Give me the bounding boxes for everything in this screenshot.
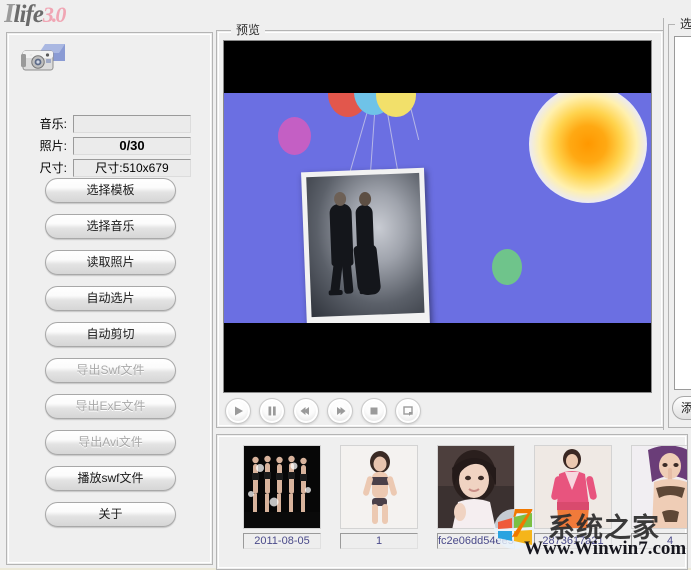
thumbnail-panel: 2011-08-05 (216, 434, 688, 570)
auto-crop-button[interactable]: 自动剪切 (45, 322, 176, 347)
logo-letter-i: I (4, 0, 14, 26)
thumbnail-caption[interactable]: 4 (631, 533, 687, 549)
slideshow-photo-card (301, 168, 430, 323)
about-button[interactable]: 关于 (45, 502, 176, 527)
thumbnail-item[interactable]: 1 (340, 445, 418, 549)
auto-select-button[interactable]: 自动选片 (45, 286, 176, 311)
application-window: Ilife3.0 音乐: 照片: 0/30 尺寸: (0, 0, 691, 568)
thumbnail-item[interactable]: 4 (631, 445, 687, 549)
balloon-purple (278, 117, 311, 155)
slideshow-stage (224, 93, 651, 323)
select-music-button[interactable]: 选择音乐 (45, 214, 176, 239)
export-swf-button[interactable]: 导出Swf文件 (45, 358, 176, 383)
letterbox-top (224, 41, 651, 93)
balloon-green (492, 249, 522, 285)
sun-glow (529, 93, 647, 203)
app-logo: Ilife3.0 (4, 0, 214, 26)
right-panel-title: 选 (675, 17, 691, 31)
thumbnail-image[interactable] (534, 445, 612, 529)
thumbnail-caption[interactable]: fc2e06dd54ee5d (437, 533, 515, 549)
logo-word-life: life (14, 1, 43, 26)
size-value[interactable]: 尺寸:510x679 (73, 159, 191, 177)
stop-button[interactable] (361, 398, 387, 424)
thumbnail-caption[interactable]: 2873617a21 (534, 533, 612, 549)
music-label: 音乐: (15, 115, 67, 133)
thumbnail-image[interactable] (437, 445, 515, 529)
logo-version: 3.0 (43, 2, 65, 26)
play-swf-button[interactable]: 播放swf文件 (45, 466, 176, 491)
thumbnail-item[interactable]: 2873617a21 (534, 445, 612, 549)
load-photos-button[interactable]: 读取照片 (45, 250, 176, 275)
rewind-button[interactable] (293, 398, 319, 424)
select-template-button[interactable]: 选择模板 (45, 178, 176, 203)
thumbnail-image[interactable] (243, 445, 321, 529)
forward-button[interactable] (327, 398, 353, 424)
balloon-yellow (376, 93, 416, 117)
thumbnail-item[interactable]: fc2e06dd54ee5d (437, 445, 515, 549)
thumbnail-image[interactable] (631, 445, 687, 529)
pause-button[interactable] (259, 398, 285, 424)
slideshow-photo-image (306, 173, 424, 317)
thumbnail-item[interactable]: 2011-08-05 (243, 445, 321, 549)
preview-panel-title: 预览 (231, 23, 265, 37)
letterbox-bottom (224, 323, 651, 392)
photos-value[interactable]: 0/30 (73, 137, 191, 155)
right-panel-button[interactable]: 添 (672, 396, 691, 420)
camera-photo-icon (19, 41, 71, 77)
export-avi-button[interactable]: 导出Avi文件 (45, 430, 176, 455)
thumbnail-caption[interactable]: 1 (340, 533, 418, 549)
music-value[interactable] (73, 115, 191, 133)
photos-label: 照片: (15, 137, 67, 155)
video-preview-area[interactable] (223, 40, 652, 393)
thumbnail-image[interactable] (340, 445, 418, 529)
preview-panel: 预览 (216, 30, 664, 428)
thumbnail-strip[interactable]: 2011-08-05 (221, 439, 687, 569)
play-button[interactable] (225, 398, 251, 424)
export-exe-button[interactable]: 导出ExE文件 (45, 394, 176, 419)
left-control-panel: 音乐: 照片: 0/30 尺寸: 尺寸:510x679 选择模板 选择音乐 读取… (6, 32, 213, 565)
right-panel-listbox[interactable] (674, 36, 691, 390)
size-label: 尺寸: (15, 159, 67, 177)
thumbnail-caption[interactable]: 2011-08-05 (243, 533, 321, 549)
fullscreen-button[interactable] (395, 398, 421, 424)
